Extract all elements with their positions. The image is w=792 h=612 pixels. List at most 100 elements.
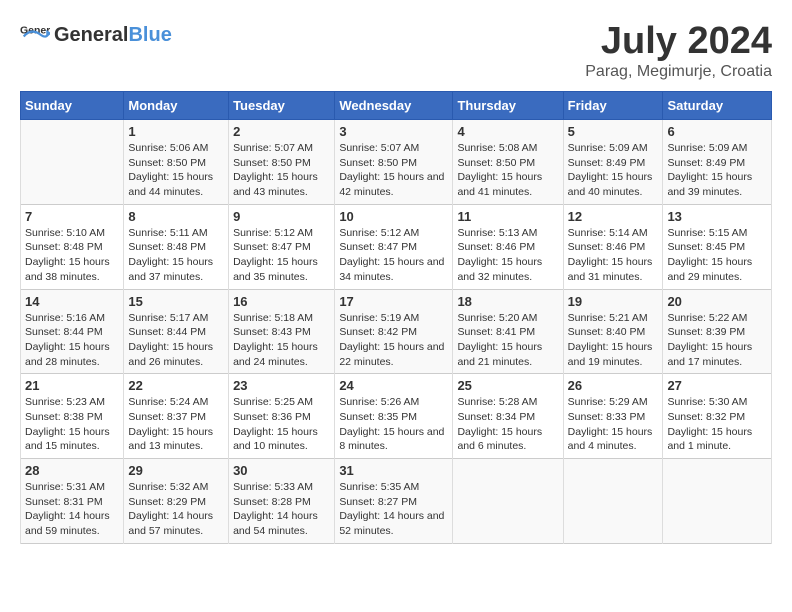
day-cell: 28 Sunrise: 5:31 AMSunset: 8:31 PMDayligh… (21, 459, 124, 544)
week-row-1: 7 Sunrise: 5:10 AMSunset: 8:48 PMDaylight… (21, 204, 772, 289)
day-cell (663, 459, 772, 544)
day-info: Sunrise: 5:28 AMSunset: 8:34 PMDaylight:… (457, 395, 558, 454)
week-row-2: 14 Sunrise: 5:16 AMSunset: 8:44 PMDayligh… (21, 289, 772, 374)
day-number: 28 (25, 463, 119, 478)
day-number: 15 (128, 294, 224, 309)
day-number: 6 (667, 124, 767, 139)
day-cell: 29 Sunrise: 5:32 AMSunset: 8:29 PMDayligh… (124, 459, 229, 544)
day-number: 14 (25, 294, 119, 309)
day-info: Sunrise: 5:22 AMSunset: 8:39 PMDaylight:… (667, 311, 767, 370)
day-info: Sunrise: 5:12 AMSunset: 8:47 PMDaylight:… (233, 226, 330, 285)
day-number: 22 (128, 378, 224, 393)
day-info: Sunrise: 5:31 AMSunset: 8:31 PMDaylight:… (25, 480, 119, 539)
day-number: 24 (339, 378, 448, 393)
day-number: 19 (568, 294, 659, 309)
logo-blue-text: Blue (128, 24, 171, 46)
day-info: Sunrise: 5:14 AMSunset: 8:46 PMDaylight:… (568, 226, 659, 285)
day-info: Sunrise: 5:18 AMSunset: 8:43 PMDaylight:… (233, 311, 330, 370)
day-info: Sunrise: 5:09 AMSunset: 8:49 PMDaylight:… (568, 141, 659, 200)
day-cell: 16 Sunrise: 5:18 AMSunset: 8:43 PMDayligh… (229, 289, 335, 374)
header-day-wednesday: Wednesday (335, 92, 453, 120)
day-info: Sunrise: 5:33 AMSunset: 8:28 PMDaylight:… (233, 480, 330, 539)
header-day-saturday: Saturday (663, 92, 772, 120)
day-info: Sunrise: 5:15 AMSunset: 8:45 PMDaylight:… (667, 226, 767, 285)
day-number: 10 (339, 209, 448, 224)
day-number: 4 (457, 124, 558, 139)
day-info: Sunrise: 5:07 AMSunset: 8:50 PMDaylight:… (233, 141, 330, 200)
week-row-0: 1 Sunrise: 5:06 AMSunset: 8:50 PMDaylight… (21, 120, 772, 205)
day-info: Sunrise: 5:08 AMSunset: 8:50 PMDaylight:… (457, 141, 558, 200)
week-row-3: 21 Sunrise: 5:23 AMSunset: 8:38 PMDayligh… (21, 374, 772, 459)
calendar-table: SundayMondayTuesdayWednesdayThursdayFrid… (20, 91, 772, 544)
day-info: Sunrise: 5:25 AMSunset: 8:36 PMDaylight:… (233, 395, 330, 454)
day-info: Sunrise: 5:12 AMSunset: 8:47 PMDaylight:… (339, 226, 448, 285)
day-cell: 22 Sunrise: 5:24 AMSunset: 8:37 PMDayligh… (124, 374, 229, 459)
day-cell (21, 120, 124, 205)
day-info: Sunrise: 5:13 AMSunset: 8:46 PMDaylight:… (457, 226, 558, 285)
day-info: Sunrise: 5:10 AMSunset: 8:48 PMDaylight:… (25, 226, 119, 285)
day-number: 7 (25, 209, 119, 224)
day-info: Sunrise: 5:23 AMSunset: 8:38 PMDaylight:… (25, 395, 119, 454)
title-area: July 2024 Parag, Megimurje, Croatia (585, 20, 772, 81)
day-info: Sunrise: 5:26 AMSunset: 8:35 PMDaylight:… (339, 395, 448, 454)
header-day-friday: Friday (563, 92, 663, 120)
day-info: Sunrise: 5:11 AMSunset: 8:48 PMDaylight:… (128, 226, 224, 285)
day-number: 11 (457, 209, 558, 224)
day-cell: 18Sunrise: 5:20 AMSunset: 8:41 PMDayligh… (453, 289, 563, 374)
day-number: 2 (233, 124, 330, 139)
day-number: 21 (25, 378, 119, 393)
day-number: 25 (457, 378, 558, 393)
header-day-monday: Monday (124, 92, 229, 120)
day-info: Sunrise: 5:29 AMSunset: 8:33 PMDaylight:… (568, 395, 659, 454)
day-cell: 21 Sunrise: 5:23 AMSunset: 8:38 PMDayligh… (21, 374, 124, 459)
logo: General GeneralBlue (20, 20, 172, 50)
day-cell: 1 Sunrise: 5:06 AMSunset: 8:50 PMDaylight… (124, 120, 229, 205)
day-info: Sunrise: 5:09 AMSunset: 8:49 PMDaylight:… (667, 141, 767, 200)
day-number: 16 (233, 294, 330, 309)
day-number: 12 (568, 209, 659, 224)
day-cell: 24 Sunrise: 5:26 AMSunset: 8:35 PMDayligh… (335, 374, 453, 459)
day-cell: 11 Sunrise: 5:13 AMSunset: 8:46 PMDayligh… (453, 204, 563, 289)
day-info: Sunrise: 5:06 AMSunset: 8:50 PMDaylight:… (128, 141, 224, 200)
day-cell (453, 459, 563, 544)
day-info: Sunrise: 5:17 AMSunset: 8:44 PMDaylight:… (128, 311, 224, 370)
day-cell: 25 Sunrise: 5:28 AMSunset: 8:34 PMDayligh… (453, 374, 563, 459)
header: General GeneralBlue July 2024 Parag, Meg… (20, 20, 772, 81)
day-cell: 3 Sunrise: 5:07 AMSunset: 8:50 PMDaylight… (335, 120, 453, 205)
day-number: 3 (339, 124, 448, 139)
day-cell: 17 Sunrise: 5:19 AMSunset: 8:42 PMDayligh… (335, 289, 453, 374)
day-info: Sunrise: 5:30 AMSunset: 8:32 PMDaylight:… (667, 395, 767, 454)
day-number: 26 (568, 378, 659, 393)
header-day-tuesday: Tuesday (229, 92, 335, 120)
day-number: 29 (128, 463, 224, 478)
day-cell: 31Sunrise: 5:35 AMSunset: 8:27 PMDayligh… (335, 459, 453, 544)
day-cell: 27Sunrise: 5:30 AMSunset: 8:32 PMDayligh… (663, 374, 772, 459)
header-day-sunday: Sunday (21, 92, 124, 120)
day-number: 1 (128, 124, 224, 139)
day-cell: 13 Sunrise: 5:15 AMSunset: 8:45 PMDayligh… (663, 204, 772, 289)
day-info: Sunrise: 5:19 AMSunset: 8:42 PMDaylight:… (339, 311, 448, 370)
day-cell: 20Sunrise: 5:22 AMSunset: 8:39 PMDayligh… (663, 289, 772, 374)
subtitle: Parag, Megimurje, Croatia (585, 63, 772, 81)
day-cell: 8Sunrise: 5:11 AMSunset: 8:48 PMDaylight… (124, 204, 229, 289)
day-cell: 2 Sunrise: 5:07 AMSunset: 8:50 PMDaylight… (229, 120, 335, 205)
day-number: 17 (339, 294, 448, 309)
day-cell (563, 459, 663, 544)
day-cell: 5Sunrise: 5:09 AMSunset: 8:49 PMDaylight… (563, 120, 663, 205)
day-cell: 26 Sunrise: 5:29 AMSunset: 8:33 PMDayligh… (563, 374, 663, 459)
day-info: Sunrise: 5:24 AMSunset: 8:37 PMDaylight:… (128, 395, 224, 454)
day-cell: 15 Sunrise: 5:17 AMSunset: 8:44 PMDayligh… (124, 289, 229, 374)
day-cell: 12 Sunrise: 5:14 AMSunset: 8:46 PMDayligh… (563, 204, 663, 289)
day-info: Sunrise: 5:32 AMSunset: 8:29 PMDaylight:… (128, 480, 224, 539)
header-day-thursday: Thursday (453, 92, 563, 120)
day-info: Sunrise: 5:16 AMSunset: 8:44 PMDaylight:… (25, 311, 119, 370)
day-info: Sunrise: 5:21 AMSunset: 8:40 PMDaylight:… (568, 311, 659, 370)
day-cell: 7 Sunrise: 5:10 AMSunset: 8:48 PMDaylight… (21, 204, 124, 289)
day-number: 13 (667, 209, 767, 224)
day-cell: 10 Sunrise: 5:12 AMSunset: 8:47 PMDayligh… (335, 204, 453, 289)
logo-icon: General (20, 20, 50, 50)
logo-general-text: General (54, 24, 128, 46)
day-info: Sunrise: 5:07 AMSunset: 8:50 PMDaylight:… (339, 141, 448, 200)
day-number: 18 (457, 294, 558, 309)
day-cell: 6 Sunrise: 5:09 AMSunset: 8:49 PMDaylight… (663, 120, 772, 205)
